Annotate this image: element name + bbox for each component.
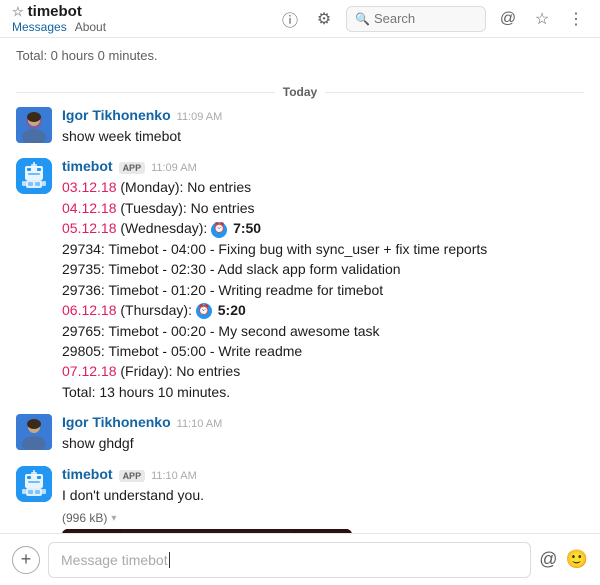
message-group-igor-1: Igor Tikhonenko 11:09 AM show week timeb…	[16, 107, 584, 146]
settings-button[interactable]: ⚙	[312, 7, 336, 31]
chevron-down-icon[interactable]: ▾	[111, 513, 116, 524]
date-divider: Today	[16, 85, 584, 99]
time-icon-thu: ⏰	[196, 303, 212, 319]
time-value-thu: 5:20	[218, 302, 246, 318]
avatar-timebot-2	[16, 466, 52, 502]
app-badge-2: APP	[119, 470, 146, 482]
message-content-timebot-1: timebot APP 11:09 AM 03.12.18 (Monday): …	[62, 158, 584, 402]
date-wed: 05.12.18	[62, 220, 117, 236]
channel-title: ☆ timebot	[12, 3, 106, 20]
compose-placeholder: Message timebot	[61, 552, 168, 568]
image-size-label: (996 kB) ▾	[62, 511, 584, 525]
image-size-text: (996 kB)	[62, 511, 107, 525]
search-input[interactable]	[374, 11, 477, 26]
more-button[interactable]: ⋮	[564, 7, 588, 31]
nav-links: Messages About	[12, 20, 106, 34]
message-time-igor-1: 11:09 AM	[177, 111, 223, 123]
date-divider-line-left	[16, 92, 275, 93]
avatar-timebot-inner-2	[16, 466, 52, 502]
nav-about[interactable]: About	[75, 20, 106, 34]
message-header-igor-2: Igor Tikhonenko 11:10 AM	[62, 414, 584, 430]
message-time-igor-2: 11:10 AM	[177, 418, 223, 430]
message-header-timebot-1: timebot APP 11:09 AM	[62, 158, 584, 174]
message-time-timebot-1: 11:09 AM	[151, 162, 197, 174]
date-thu: 06.12.18	[62, 302, 117, 318]
message-time-timebot-2: 11:10 AM	[151, 470, 197, 482]
message-author-igor-2: Igor Tikhonenko	[62, 414, 171, 430]
time-value-wed: 7:50	[233, 220, 261, 236]
message-content-timebot-2: timebot APP 11:10 AM I don't understand …	[62, 466, 584, 533]
chat-image	[62, 529, 352, 533]
search-icon: 🔍	[355, 12, 370, 26]
message-author-timebot-1: timebot	[62, 158, 113, 174]
compose-right-icons: @ 🙂	[539, 549, 588, 570]
nav-messages[interactable]: Messages	[12, 20, 67, 34]
compose-cursor	[169, 552, 170, 568]
compose-box[interactable]: Message timebot	[48, 542, 531, 578]
time-icon-wed: ⏰	[211, 222, 227, 238]
message-author-timebot-2: timebot	[62, 466, 113, 482]
date-divider-label: Today	[283, 85, 317, 99]
message-group-timebot-1: timebot APP 11:09 AM 03.12.18 (Monday): …	[16, 158, 584, 402]
compose-plus-button[interactable]: +	[12, 546, 40, 574]
date-mon: 03.12.18	[62, 179, 117, 195]
search-box[interactable]: 🔍	[346, 6, 486, 32]
avatar-igor-2	[16, 414, 52, 450]
star-button[interactable]: ☆	[530, 7, 554, 31]
image-container: (996 kB) ▾	[62, 511, 584, 533]
top-bar: ☆ timebot Messages About ⓘ ⚙ 🔍 @ ☆ ⋮	[0, 0, 600, 38]
message-group-timebot-2: timebot APP 11:10 AM I don't understand …	[16, 466, 584, 533]
top-bar-actions: ⓘ ⚙ 🔍 @ ☆ ⋮	[278, 6, 588, 32]
message-content-igor-2: Igor Tikhonenko 11:10 AM show ghdgf	[62, 414, 584, 453]
compose-emoji-icon[interactable]: 🙂	[566, 549, 588, 570]
app-badge-1: APP	[119, 162, 146, 174]
at-button[interactable]: @	[496, 7, 520, 31]
channel-info: ☆ timebot Messages About	[12, 3, 106, 34]
date-tue: 04.12.18	[62, 200, 117, 216]
message-header-timebot-2: timebot APP 11:10 AM	[62, 466, 584, 482]
message-header-igor-1: Igor Tikhonenko 11:09 AM	[62, 107, 584, 123]
message-text-igor-1: show week timebot	[62, 126, 584, 146]
message-text-timebot-2: I don't understand you.	[62, 485, 584, 505]
messages-area: Total: 0 hours 0 minutes. Today Igor Tik…	[0, 38, 600, 533]
message-text-igor-2: show ghdgf	[62, 433, 584, 453]
date-fri: 07.12.18	[62, 363, 117, 379]
compose-at-icon[interactable]: @	[539, 549, 557, 570]
star-icon[interactable]: ☆	[12, 4, 24, 20]
avatar-timebot-inner	[16, 158, 52, 194]
channel-name: timebot	[28, 3, 82, 20]
message-author-igor-1: Igor Tikhonenko	[62, 107, 171, 123]
bottom-bar: + Message timebot @ 🙂	[0, 533, 600, 585]
message-group-igor-2: Igor Tikhonenko 11:10 AM show ghdgf	[16, 414, 584, 453]
total-line-top: Total: 0 hours 0 minutes.	[16, 46, 584, 73]
avatar-igor-1	[16, 107, 52, 143]
message-text-timebot-1: 03.12.18 (Monday): No entries 04.12.18 (…	[62, 177, 584, 402]
info-button[interactable]: ⓘ	[278, 7, 302, 31]
date-divider-line-right	[325, 92, 584, 93]
message-content-igor-1: Igor Tikhonenko 11:09 AM show week timeb…	[62, 107, 584, 146]
avatar-timebot-1	[16, 158, 52, 194]
